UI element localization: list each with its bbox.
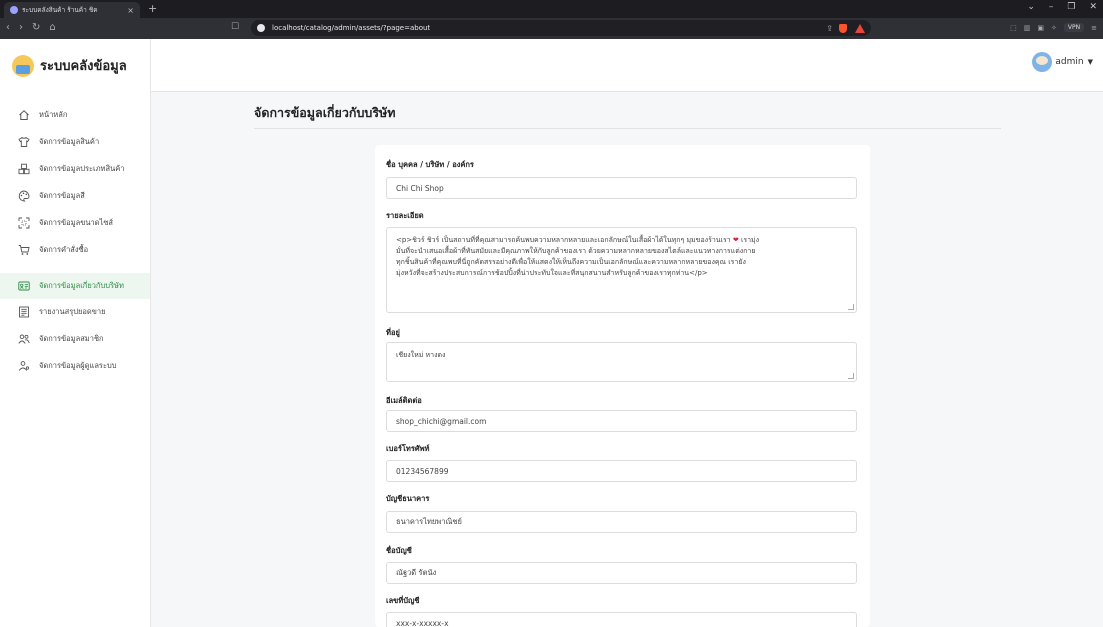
url-text[interactable]: localhost/catalog/admin/assets/?page=abo… [272, 24, 826, 32]
members-icon [18, 333, 30, 345]
browser-tab-bar: ระบบคลังสินค้า ร้านค้า ชิค × + ⌄ – ❐ ✕ [0, 0, 1103, 18]
sidebar-item-label: จัดการข้อมูลสมาชิก [39, 334, 104, 343]
user-name[interactable]: admin [1055, 57, 1083, 67]
sidebar-item-about-company[interactable]: จัดการข้อมูลเกี่ยวกับบริษัท [0, 273, 150, 299]
brand-header: ระบบคลังข้อมูล [0, 39, 151, 92]
tab-title: ระบบคลังสินค้า ร้านค้า ชิค [22, 6, 98, 14]
detail-line: ทุกชิ้นสินค้าที่คุณพบที่นี่ถูกคัดสรรอย่า… [396, 258, 746, 266]
account-name-label: ชื่อบัญชี [386, 546, 412, 555]
shirt-icon [18, 136, 30, 148]
account-number-label: เลขที่บัญชี [386, 596, 420, 605]
minimize-button[interactable]: – [1049, 2, 1054, 12]
detail-textarea[interactable]: <p>ชิวร์ ชิวร์ เป็นสถานที่ที่คุณสามารถค้… [386, 227, 857, 313]
company-form: ชื่อ บุคคล / บริษัท / องค์กร Chi Chi Sho… [375, 145, 870, 627]
avatar[interactable] [1032, 52, 1053, 72]
sidebar-item-categories[interactable]: จัดการข้อมูลประเภทสินค้า [0, 156, 150, 182]
sidebar-item-label: หน้าหลัก [39, 110, 68, 119]
sidebar-item-members[interactable]: จัดการข้อมูลสมาชิก [0, 326, 150, 352]
sidebar-item-home[interactable]: หน้าหลัก [0, 102, 150, 128]
nav-buttons: ‹ › ↻ ⌂ [6, 22, 56, 33]
account-name-field[interactable]: ณัฐวดี รัตนัง [386, 562, 857, 584]
home-browser-icon[interactable]: ⌂ [49, 22, 55, 33]
bank-label: บัญชีธนาคาร [386, 494, 430, 503]
phone-field[interactable]: 01234567899 [386, 460, 857, 482]
menu-icon[interactable]: ≡ [1091, 24, 1097, 32]
sidebar-item-orders[interactable]: จัดการคำสั่งซื้อ [0, 237, 150, 263]
vpn-button[interactable]: VPN [1063, 23, 1085, 32]
resize-grip-icon[interactable] [848, 373, 854, 379]
admin-users-icon [18, 360, 30, 372]
boxes-icon [18, 163, 30, 175]
resize-grip-icon[interactable] [848, 304, 854, 310]
warehouse-logo-icon [12, 54, 34, 77]
sidebar-item-label: จัดการข้อมูลประเภทสินค้า [39, 164, 125, 173]
cart-icon [18, 244, 30, 256]
site-info-icon[interactable] [257, 24, 265, 32]
sidebar-item-colors[interactable]: จัดการข้อมูลสี [0, 183, 150, 209]
browser-tab[interactable]: ระบบคลังสินค้า ร้านค้า ชิค × [4, 2, 140, 18]
address-text: เชียงใหม่ หางดง [396, 351, 446, 359]
url-field[interactable]: localhost/catalog/admin/assets/?page=abo… [251, 20, 871, 36]
detail-line: มุ่งหวังที่จะสร้างประสบการณ์การช้อปปิ้งท… [396, 269, 708, 277]
sidebar-item-products[interactable]: จัดการข้อมูลสินค้า [0, 129, 150, 155]
id-card-icon [18, 280, 30, 292]
company-name-input[interactable]: Chi Chi Shop [386, 177, 857, 199]
phone-label: เบอร์โทรศัพท์ [386, 444, 430, 453]
maximize-button[interactable]: ❐ [1067, 2, 1075, 12]
address-textarea[interactable]: เชียงใหม่ หางดง [386, 342, 857, 382]
page-title: จัดการข้อมูลเกี่ยวกับบริษัท [254, 105, 396, 120]
extensions-icon[interactable]: ⬚ [1010, 24, 1017, 32]
tab-close-button[interactable]: × [127, 6, 134, 15]
sidebar-item-label: จัดการข้อมูลเกี่ยวกับบริษัท [39, 281, 124, 290]
sidebar-item-label: จัดการข้อมูลสี [39, 191, 85, 200]
sidebar-item-label: จัดการคำสั่งซื้อ [39, 245, 89, 254]
sidebar-item-label: จัดการข้อมูลสินค้า [39, 137, 100, 146]
sidebar-toggle-icon[interactable]: ▥ [1024, 24, 1031, 32]
window-controls: ⌄ – ❐ ✕ [1027, 2, 1097, 12]
sidebar-item-sales-report[interactable]: รายงานสรุปยอดขาย [0, 299, 150, 325]
brave-rewards-icon[interactable] [855, 23, 865, 33]
email-label: อีเมล์ติดต่อ [386, 396, 422, 405]
sidebar-item-sizes[interactable]: จัดการข้อมูลขนาดไซส์ [0, 210, 150, 236]
email-field[interactable]: shop_chichi@gmail.com [386, 410, 857, 432]
forward-icon[interactable]: › [19, 22, 23, 33]
favicon-icon [10, 6, 18, 14]
reload-icon[interactable]: ↻ [32, 22, 40, 33]
resize-icon [18, 217, 30, 229]
account-number-field[interactable]: xxx-x-xxxxx-x [386, 612, 857, 627]
name-label: ชื่อ บุคคล / บริษัท / องค์กร [386, 160, 474, 169]
sidebar-item-admins[interactable]: จัดการข้อมูลผู้ดูแลระบบ [0, 353, 150, 379]
title-divider [254, 128, 1001, 129]
address-bar-row: ‹ › ↻ ⌂ ☐ localhost/catalog/admin/assets… [0, 18, 1103, 39]
detail-text: <p>ชิวร์ ชิวร์ เป็นสถานที่ที่คุณสามารถค้… [396, 236, 733, 244]
browser-toolbar-right: ⬚ ▥ ▣ ✧ VPN ≡ [1010, 23, 1097, 32]
report-icon [18, 306, 30, 318]
vpn-label: VPN [1067, 24, 1081, 31]
address-label: ที่อยู่ [386, 328, 400, 337]
home-icon [18, 109, 30, 121]
close-window-button[interactable]: ✕ [1089, 2, 1097, 12]
detail-line: มั่นที่จะนำเสนอเสื้อผ้าที่ทันสมัยและมีคุ… [396, 247, 756, 255]
bookmark-icon[interactable]: ☐ [231, 22, 239, 32]
chevron-down-icon[interactable]: ▼ [1088, 58, 1093, 66]
detail-line: <p>ชิวร์ ชิวร์ เป็นสถานที่ที่คุณสามารถค้… [396, 235, 847, 246]
new-tab-button[interactable]: + [148, 2, 157, 15]
tab-search-icon[interactable]: ⌄ [1027, 2, 1035, 12]
sidebar: หน้าหลัก จัดการข้อมูลสินค้า จัดการข้อมูล… [0, 92, 151, 627]
sidebar-item-label: รายงานสรุปยอดขาย [39, 307, 106, 316]
share-icon[interactable]: ⇪ [826, 24, 833, 33]
brand-title[interactable]: ระบบคลังข้อมูล [40, 55, 127, 76]
top-navbar: admin ▼ [151, 39, 1103, 92]
palette-icon [18, 190, 30, 202]
sidebar-item-label: จัดการข้อมูลผู้ดูแลระบบ [39, 361, 117, 370]
wallet-icon[interactable]: ▣ [1037, 24, 1044, 32]
sidebar-item-label: จัดการข้อมูลขนาดไซส์ [39, 218, 113, 227]
brave-shield-icon[interactable] [839, 23, 847, 33]
detail-text: เรามุ่ง [738, 236, 760, 244]
user-menu[interactable]: admin ▼ [1032, 52, 1093, 72]
bank-field[interactable]: ธนาคารไทยพาณิชย์ [386, 511, 857, 533]
leo-icon[interactable]: ✧ [1051, 24, 1057, 32]
back-icon[interactable]: ‹ [6, 22, 10, 33]
detail-label: รายละเอียด [386, 211, 424, 220]
